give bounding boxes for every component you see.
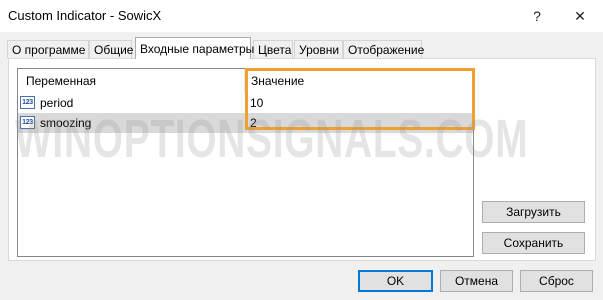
- column-separator[interactable]: [244, 70, 245, 92]
- tab-levels[interactable]: Уровни: [294, 40, 343, 58]
- cancel-button[interactable]: Отмена: [440, 270, 513, 292]
- column-header-value[interactable]: Значение: [251, 73, 304, 89]
- tab-display[interactable]: Отображение: [343, 40, 424, 58]
- tab-colors[interactable]: Цвета: [253, 40, 293, 58]
- param-name: period: [40, 96, 74, 110]
- tab-common[interactable]: Общие: [89, 40, 133, 58]
- load-button[interactable]: Загрузить: [482, 201, 585, 223]
- title-bar: Custom Indicator - SowicX ? ✕: [0, 0, 603, 32]
- help-button[interactable]: ?: [524, 5, 550, 27]
- column-header-variable[interactable]: Переменная: [26, 73, 96, 89]
- save-button[interactable]: Сохранить: [482, 232, 585, 254]
- tab-about[interactable]: О программе: [7, 40, 89, 58]
- param-value[interactable]: 2: [250, 116, 257, 130]
- integer-param-icon: 123: [20, 116, 35, 129]
- param-name: smoozing: [40, 116, 92, 130]
- window-title: Custom Indicator - SowicX: [8, 8, 162, 23]
- table-row[interactable]: 123 smoozing 2: [18, 113, 473, 133]
- reset-button[interactable]: Сброс: [520, 270, 593, 292]
- table-row[interactable]: 123 period 10: [18, 93, 473, 113]
- ok-button[interactable]: OK: [358, 270, 433, 292]
- param-value[interactable]: 10: [250, 96, 263, 110]
- close-button[interactable]: ✕: [567, 5, 593, 27]
- integer-param-icon: 123: [20, 96, 35, 109]
- tab-inputs[interactable]: Входные параметры: [135, 37, 254, 59]
